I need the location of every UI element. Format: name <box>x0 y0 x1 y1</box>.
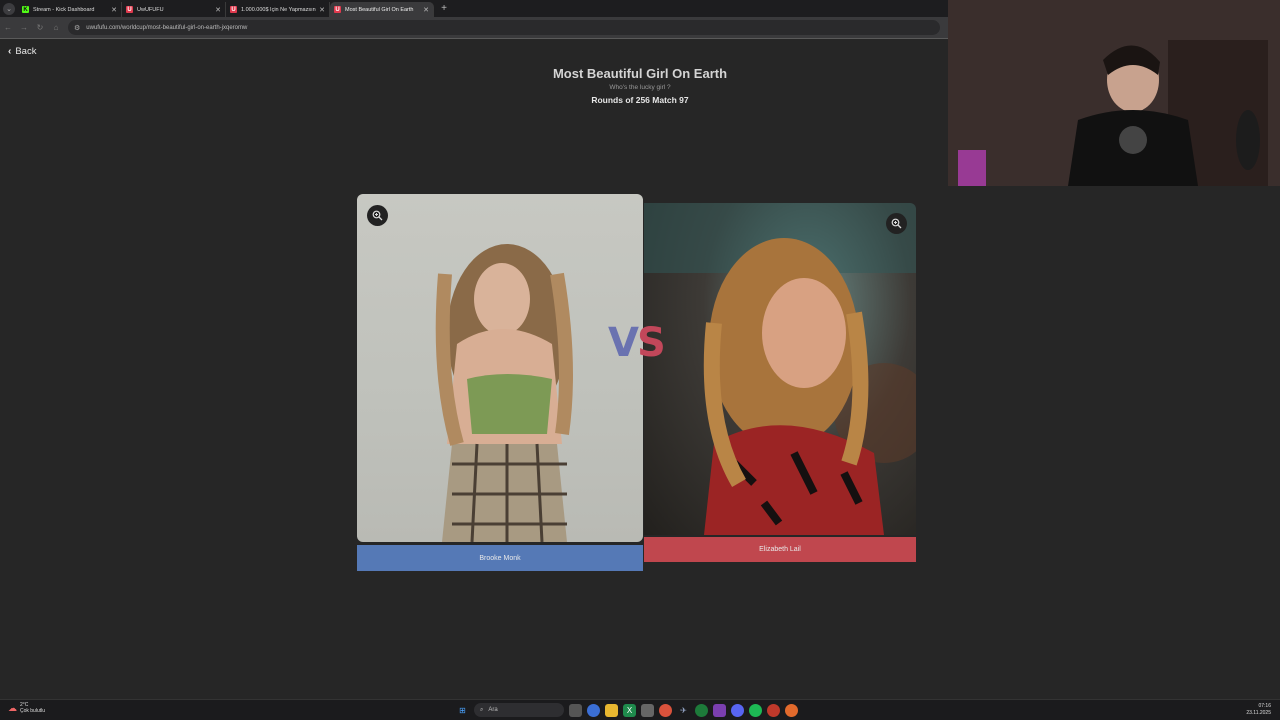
steam-icon[interactable]: ✈ <box>677 704 690 717</box>
taskbar-apps: ⊞ ⌕ Ara X ✈ <box>456 703 798 717</box>
uwufufu-favicon-icon: U <box>126 6 133 13</box>
new-tab-plus-icon[interactable]: + <box>438 3 450 15</box>
webcam-overlay <box>948 0 1280 186</box>
select-left-button[interactable]: Brooke Monk <box>357 545 643 571</box>
close-icon[interactable]: ✕ <box>215 6 221 14</box>
address-bar: ← → ↻ ⌂ ⚙ uwufufu.com/worldcup/most-beau… <box>0 17 948 39</box>
chevron-left-icon: ‹ <box>8 46 12 57</box>
xbox-icon[interactable] <box>695 703 708 717</box>
search-icon: ⌕ <box>480 706 484 713</box>
tab-label: UwUFUFU <box>137 6 164 13</box>
excel-icon[interactable]: X <box>623 703 636 717</box>
copilot-icon[interactable] <box>587 703 600 717</box>
versus-label: VS <box>608 320 666 366</box>
contestant-left-image[interactable] <box>357 194 643 542</box>
close-icon[interactable]: ✕ <box>111 6 117 14</box>
weather-widget[interactable]: ☁ 2°C Çok bulutlu <box>8 702 45 714</box>
tab-label: 1.000.000$ İçin Ne Yapmazsın! <box>241 6 317 13</box>
tab-label: Most Beautiful Girl On Earth <box>345 6 414 13</box>
browser-tab-strip: ⌄ K Stream - Kick Dashboard ✕ U UwUFUFU … <box>0 0 948 17</box>
back-label: Back <box>15 46 37 57</box>
spotify-icon[interactable] <box>749 703 762 717</box>
app-red-icon[interactable] <box>767 703 780 717</box>
chrome-icon[interactable] <box>659 703 672 717</box>
calculator-icon[interactable] <box>641 703 654 717</box>
clock-date: 23.11.2025 <box>1246 710 1271 716</box>
url-input[interactable]: ⚙ uwufufu.com/worldcup/most-beautiful-gi… <box>68 20 940 35</box>
tab-most-beautiful-girl[interactable]: U Most Beautiful Girl On Earth ✕ <box>330 2 434 17</box>
discord-icon[interactable] <box>731 703 744 717</box>
zoom-in-icon[interactable] <box>367 205 388 226</box>
versus-v: V <box>608 320 639 366</box>
contestant-right-photo <box>644 203 916 535</box>
clock-time: 07:16 <box>1258 703 1271 709</box>
reload-icon[interactable]: ↻ <box>32 23 48 32</box>
tab-million-dollar[interactable]: U 1.000.000$ İçin Ne Yapmazsın! ✕ <box>226 2 330 17</box>
cloud-icon: ☁ <box>8 702 17 713</box>
taskbar-search[interactable]: ⌕ Ara <box>474 703 564 717</box>
back-button[interactable]: ‹ Back <box>8 46 36 57</box>
back-arrow-icon[interactable]: ← <box>0 23 16 32</box>
obs-icon[interactable] <box>713 703 726 717</box>
windows-start-icon[interactable]: ⊞ <box>456 704 469 717</box>
tab-label: Stream - Kick Dashboard <box>33 6 95 13</box>
search-placeholder: Ara <box>488 707 498 713</box>
forward-arrow-icon[interactable]: → <box>16 23 32 32</box>
close-icon[interactable]: ✕ <box>319 6 325 14</box>
zoom-in-icon[interactable] <box>886 213 907 234</box>
app-orange-icon[interactable] <box>785 703 798 717</box>
file-explorer-icon[interactable] <box>605 703 618 717</box>
tab-search-icon[interactable]: ⌄ <box>3 2 15 15</box>
contestant-right-image[interactable] <box>644 203 916 535</box>
close-icon[interactable]: ✕ <box>423 6 429 14</box>
webcam-feed <box>948 0 1280 186</box>
system-clock[interactable]: 07:16 23.11.2025 <box>1246 703 1271 717</box>
contestant-left-photo <box>435 244 573 542</box>
uwufufu-favicon-icon: U <box>334 6 341 13</box>
site-settings-icon[interactable]: ⚙ <box>74 24 80 32</box>
versus-s: S <box>636 320 666 366</box>
select-right-button[interactable]: Elizabeth Lail <box>644 537 916 562</box>
home-icon[interactable]: ⌂ <box>48 23 64 32</box>
kick-favicon-icon: K <box>22 6 29 13</box>
task-view-icon[interactable] <box>569 703 582 717</box>
uwufufu-favicon-icon: U <box>230 6 237 13</box>
weather-desc: Çok bulutlu <box>20 708 46 714</box>
tab-kick-dashboard[interactable]: K Stream - Kick Dashboard ✕ <box>18 2 122 17</box>
os-taskbar: ☁ 2°C Çok bulutlu ⊞ ⌕ Ara X ✈ 07:16 23.1… <box>0 699 1280 720</box>
url-text: uwufufu.com/worldcup/most-beautiful-girl… <box>86 24 248 31</box>
tab-uwufufu[interactable]: U UwUFUFU ✕ <box>122 2 226 17</box>
